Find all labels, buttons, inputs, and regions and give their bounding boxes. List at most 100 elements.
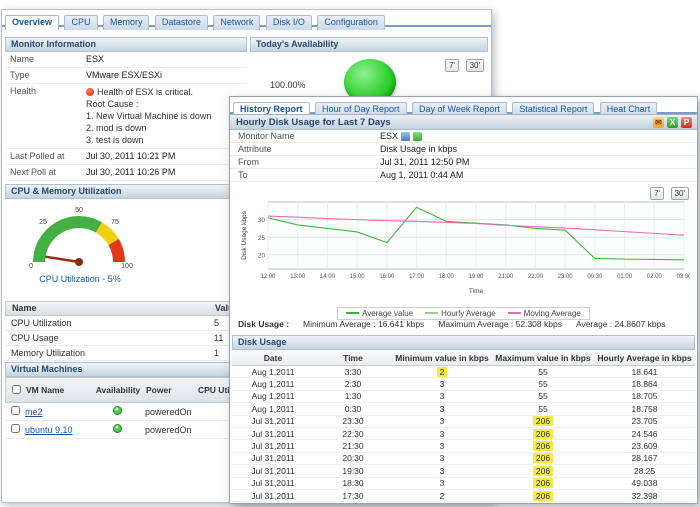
metric-name: CPU Usage (5, 331, 214, 345)
todays-availability-header: Today's Availability (250, 37, 488, 52)
legend-item: Moving Average (508, 309, 581, 318)
table-row: Jul 31,201118:30320649.038 (232, 478, 695, 490)
select-all-checkbox[interactable] (12, 385, 21, 394)
next-poll-value: Jul 30, 2011 10:26 PM (86, 167, 175, 178)
root-cause-item: 3. test is down (86, 135, 211, 146)
critical-health-icon (86, 88, 94, 96)
legend-label: Moving Average (524, 309, 581, 318)
vm-name-column-header: VM Name (26, 385, 90, 395)
cell-time: 20:30 (314, 453, 392, 463)
summary-label: Disk Usage : (238, 319, 289, 329)
disk-usage-summary: Disk Usage : Minimum Average : 16.641 kb… (230, 319, 697, 329)
table-row: Jul 31,201123:30320623.705 (232, 416, 695, 428)
to-value: Aug 1, 2011 0:44 AM (380, 169, 463, 181)
export-csv-icon[interactable]: X (667, 117, 678, 128)
tab-cpu[interactable]: CPU (64, 15, 97, 30)
svg-text:17:00: 17:00 (409, 274, 425, 280)
availability-icon (413, 132, 422, 141)
cell-min: 3 (392, 441, 492, 451)
name-column-header: Name (6, 302, 215, 315)
cell-date: Aug 1,2011 (232, 379, 314, 389)
table-row: Aug 1,20111:3035518.705 (232, 391, 695, 403)
gauge-hub (75, 258, 83, 266)
gauge-needle (45, 257, 79, 262)
svg-text:18:00: 18:00 (439, 274, 455, 280)
disk-usage-table-body: Aug 1,20113:3025518.641Aug 1,20112:30355… (232, 366, 695, 502)
legend-item: Hourly Average (425, 309, 496, 318)
tab-disk-io[interactable]: Disk I/O (266, 15, 312, 30)
period-30-button[interactable]: 30' (466, 59, 484, 72)
tab-datastore[interactable]: Datastore (155, 15, 208, 30)
cell-time: 22:30 (314, 429, 392, 439)
field-label: Type (10, 70, 86, 81)
cell-date: Jul 31,2011 (232, 491, 314, 501)
export-pdf-icon[interactable]: P (681, 117, 692, 128)
tab-network[interactable]: Network (213, 15, 260, 30)
tab-overview[interactable]: Overview (5, 15, 59, 30)
monitor-information-panel: Monitor Information Name ESX Type VMware… (5, 37, 247, 181)
vm-checkbox[interactable] (11, 406, 20, 415)
field-label: Monitor Name (230, 130, 380, 142)
cell-min: 3 (392, 404, 492, 414)
export-icons: ✉ X P (653, 117, 692, 128)
cell-max: 206 (492, 491, 594, 501)
vm-checkbox[interactable] (11, 424, 20, 433)
svg-text:19:00: 19:00 (468, 274, 484, 280)
svg-text:02:00: 02:00 (647, 274, 663, 280)
availability-column-header: Availability (90, 385, 146, 395)
cell-date: Jul 31,2011 (232, 453, 314, 463)
graph-icon[interactable] (401, 132, 410, 141)
svg-text:25: 25 (258, 235, 266, 242)
legend-item: Average value (346, 309, 413, 318)
cell-avg: 18.705 (594, 391, 695, 401)
gauge-yellow-arc (99, 227, 114, 242)
cell-min: 3 (392, 391, 492, 401)
section-title: Today's Availability (256, 39, 338, 49)
cell-min: 2 (392, 491, 492, 501)
svg-text:21:00: 21:00 (498, 274, 514, 280)
period-7-button[interactable]: 7' (445, 59, 459, 72)
chart-legend-box: Average value Hourly Average Moving Averag… (337, 307, 590, 320)
svg-text:15:00: 15:00 (350, 274, 366, 280)
cell-date: Jul 31,2011 (232, 441, 314, 451)
cell-avg: 49.038 (594, 478, 695, 488)
svg-text:00:30: 00:30 (587, 274, 603, 280)
cell-max: 55 (492, 391, 594, 401)
vm-power-state: poweredOn (145, 425, 197, 435)
monitor-name-value: ESX (380, 130, 398, 143)
cpu-utilization-link[interactable]: CPU Utilization - 5% (5, 274, 155, 284)
gauge-tick: 100 (121, 263, 133, 270)
cell-min: 3 (392, 478, 492, 488)
svg-text:Disk Usage kbps: Disk Usage kbps (241, 210, 248, 260)
root-cause-line: Root Cause : (86, 99, 211, 110)
cell-max: 55 (492, 404, 594, 414)
cell-date: Aug 1,2011 (232, 404, 314, 414)
cell-date: Aug 1,2011 (232, 367, 314, 377)
cell-avg: 28.167 (594, 453, 695, 463)
cell-avg: 28.25 (594, 466, 695, 476)
table-row: Aug 1,20112:3035518.864 (232, 378, 695, 390)
gauge-tick: 50 (75, 207, 83, 214)
metric-name: CPU Utilization (5, 316, 214, 330)
tab-memory[interactable]: Memory (103, 15, 150, 30)
mail-icon[interactable]: ✉ (653, 117, 664, 128)
availability-up-icon (113, 424, 122, 433)
disk-usage-column-headers: Date Time Minimum value in kbps Maximum … (232, 350, 695, 366)
table-row: Jul 31,201119:30320628.25 (232, 465, 695, 477)
gauge-red-arc (114, 242, 119, 262)
gauge-tick: 25 (39, 219, 47, 226)
svg-text:23:00: 23:00 (558, 274, 574, 280)
availability-percent: 100.00% (270, 80, 306, 90)
gauge-tick: 75 (111, 219, 119, 226)
vm-name-link[interactable]: ubuntu 9.10 (25, 425, 73, 435)
cell-max: 55 (492, 367, 594, 377)
section-title: Monitor Information (11, 39, 96, 49)
report-title-bar: Hourly Disk Usage for Last 7 Days ✉ X P (230, 114, 697, 130)
cell-date: Jul 31,2011 (232, 429, 314, 439)
cell-time: 2:30 (314, 379, 392, 389)
svg-text:12:00: 12:00 (260, 274, 276, 280)
vm-name-link[interactable]: me2 (25, 407, 43, 417)
disk-usage-table-header-bar: Disk Usage (232, 335, 695, 350)
tab-configuration[interactable]: Configuration (317, 15, 385, 30)
field-label: Next Poll at (10, 167, 86, 178)
